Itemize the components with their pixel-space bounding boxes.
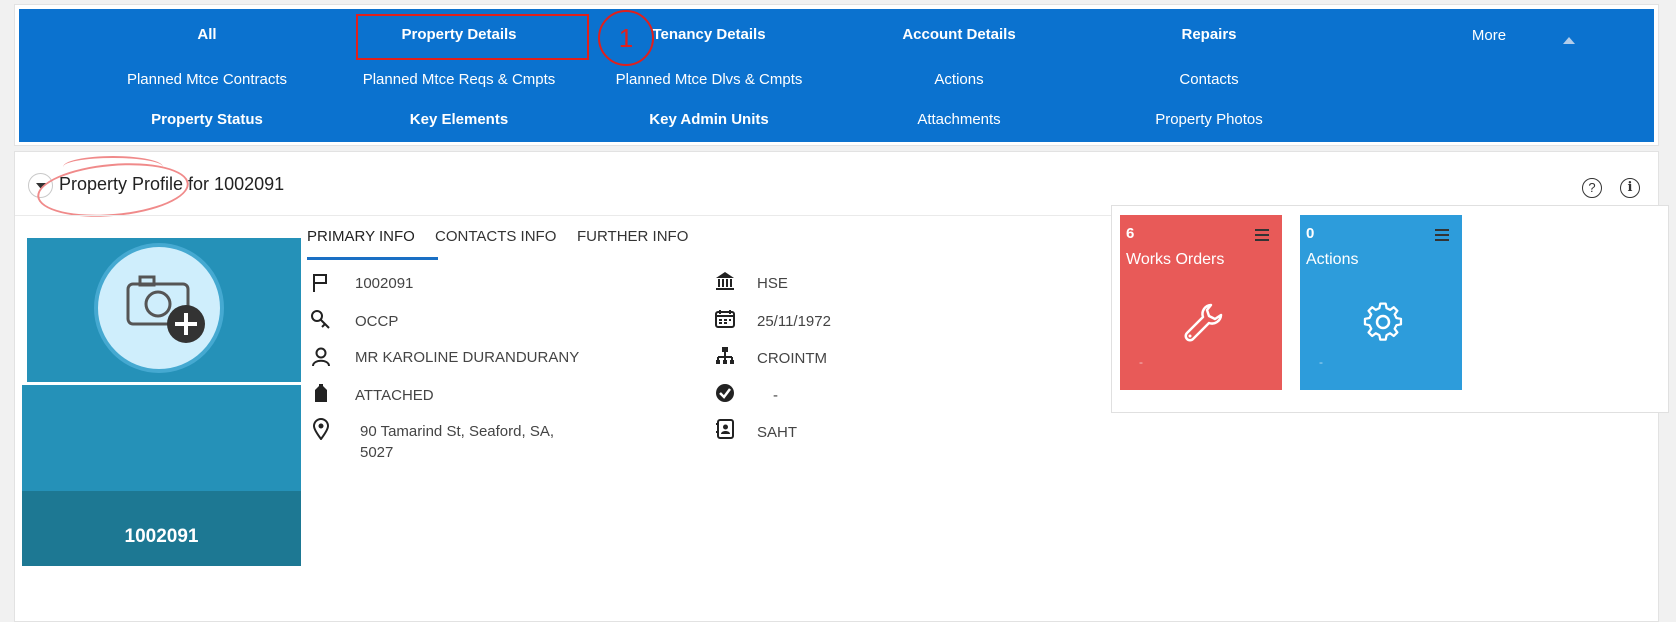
- nav-repairs[interactable]: Repairs: [1181, 26, 1236, 43]
- add-photo-button[interactable]: [94, 243, 224, 373]
- actions-label: Actions: [1306, 251, 1359, 268]
- property-id-value: 1002091: [355, 275, 414, 292]
- page-title: Property Profile for 1002091: [59, 174, 285, 194]
- menu-icon[interactable]: [1255, 229, 1269, 241]
- tab-primary-info[interactable]: PRIMARY INFO: [307, 228, 415, 245]
- step-marker: 1: [598, 10, 654, 66]
- nav-property-status[interactable]: Property Status: [151, 111, 263, 128]
- nav-attachments[interactable]: Attachments: [917, 111, 1000, 128]
- actions-tile[interactable]: 0 Actions -: [1300, 215, 1462, 390]
- calendar-icon: [715, 310, 735, 328]
- menu-icon[interactable]: [1435, 229, 1449, 241]
- property-details-highlight: [356, 14, 589, 60]
- key-icon: [311, 310, 330, 329]
- nav-key-elements[interactable]: Key Elements: [410, 111, 508, 128]
- person-icon: [312, 347, 330, 367]
- actions-count: 0: [1306, 225, 1315, 242]
- nav-tenancy-details[interactable]: Tenancy Details: [652, 26, 765, 43]
- wrench-icon: [1184, 303, 1223, 342]
- nav-property-photos[interactable]: Property Photos: [1155, 111, 1263, 128]
- bank-icon: [716, 272, 734, 290]
- info-icon[interactable]: i: [1620, 178, 1640, 198]
- location-pin-icon: [312, 418, 330, 440]
- help-icon[interactable]: ?: [1582, 178, 1602, 198]
- add-photo-area[interactable]: [27, 238, 301, 382]
- nav-planned-mtce-reqs[interactable]: Planned Mtce Reqs & Cmpts: [363, 71, 556, 88]
- top-navigation-bar: All Property Details Tenancy Details Acc…: [19, 9, 1654, 142]
- nav-actions[interactable]: Actions: [934, 71, 983, 88]
- nav-planned-mtce-dlvs[interactable]: Planned Mtce Dlvs & Cmpts: [616, 71, 803, 88]
- gear-icon: [1363, 302, 1403, 341]
- works-orders-subtext: -: [1139, 355, 1143, 369]
- check-circle-icon: [716, 384, 734, 402]
- works-orders-tile[interactable]: 6 Works Orders -: [1120, 215, 1282, 390]
- tenant-name-value: MR KAROLINE DURANDURANY: [355, 349, 580, 366]
- nav-more[interactable]: More: [1472, 27, 1506, 44]
- chevron-up-icon[interactable]: [1563, 37, 1575, 44]
- tenure-value: HSE: [757, 275, 788, 292]
- building-icon: [315, 384, 327, 402]
- address-postcode-value: 5027: [360, 444, 394, 461]
- actions-subtext: -: [1319, 355, 1323, 369]
- nav-account-details[interactable]: Account Details: [902, 26, 1015, 43]
- photo-property-id: 1002091: [124, 526, 199, 547]
- flag-icon: [313, 274, 327, 292]
- tab-contacts-info[interactable]: CONTACTS INFO: [435, 228, 556, 245]
- active-tab-indicator: [307, 257, 438, 260]
- owner-code-value: SAHT: [757, 424, 798, 441]
- contact-card-icon: [716, 419, 734, 439]
- occupancy-status-value: OCCP: [355, 313, 399, 330]
- address-line1-value: 90 Tamarind St, Seaford, SA,: [360, 423, 554, 440]
- nav-planned-mtce-contracts[interactable]: Planned Mtce Contracts: [127, 71, 287, 88]
- works-orders-label: Works Orders: [1126, 251, 1225, 268]
- camera-add-icon: [126, 275, 205, 343]
- build-date-value: 25/11/1972: [757, 313, 831, 330]
- management-unit-value: CROINTM: [757, 350, 827, 367]
- hierarchy-icon: [716, 347, 734, 364]
- works-orders-count: 6: [1126, 225, 1135, 242]
- photo-placeholder: [22, 385, 301, 491]
- tab-further-info[interactable]: FURTHER INFO: [577, 228, 688, 245]
- nav-contacts[interactable]: Contacts: [1179, 71, 1238, 88]
- nav-all[interactable]: All: [197, 26, 216, 43]
- navigation-panel: All Property Details Tenancy Details Acc…: [14, 4, 1659, 146]
- property-type-value: ATTACHED: [355, 387, 434, 404]
- summary-tiles: 6 Works Orders - 0 Actions -: [1111, 205, 1669, 413]
- property-profile-panel: Property Profile for 1002091 ? i 1002091…: [14, 151, 1669, 622]
- nav-key-admin-units[interactable]: Key Admin Units: [649, 111, 768, 128]
- status-value: -: [773, 387, 778, 404]
